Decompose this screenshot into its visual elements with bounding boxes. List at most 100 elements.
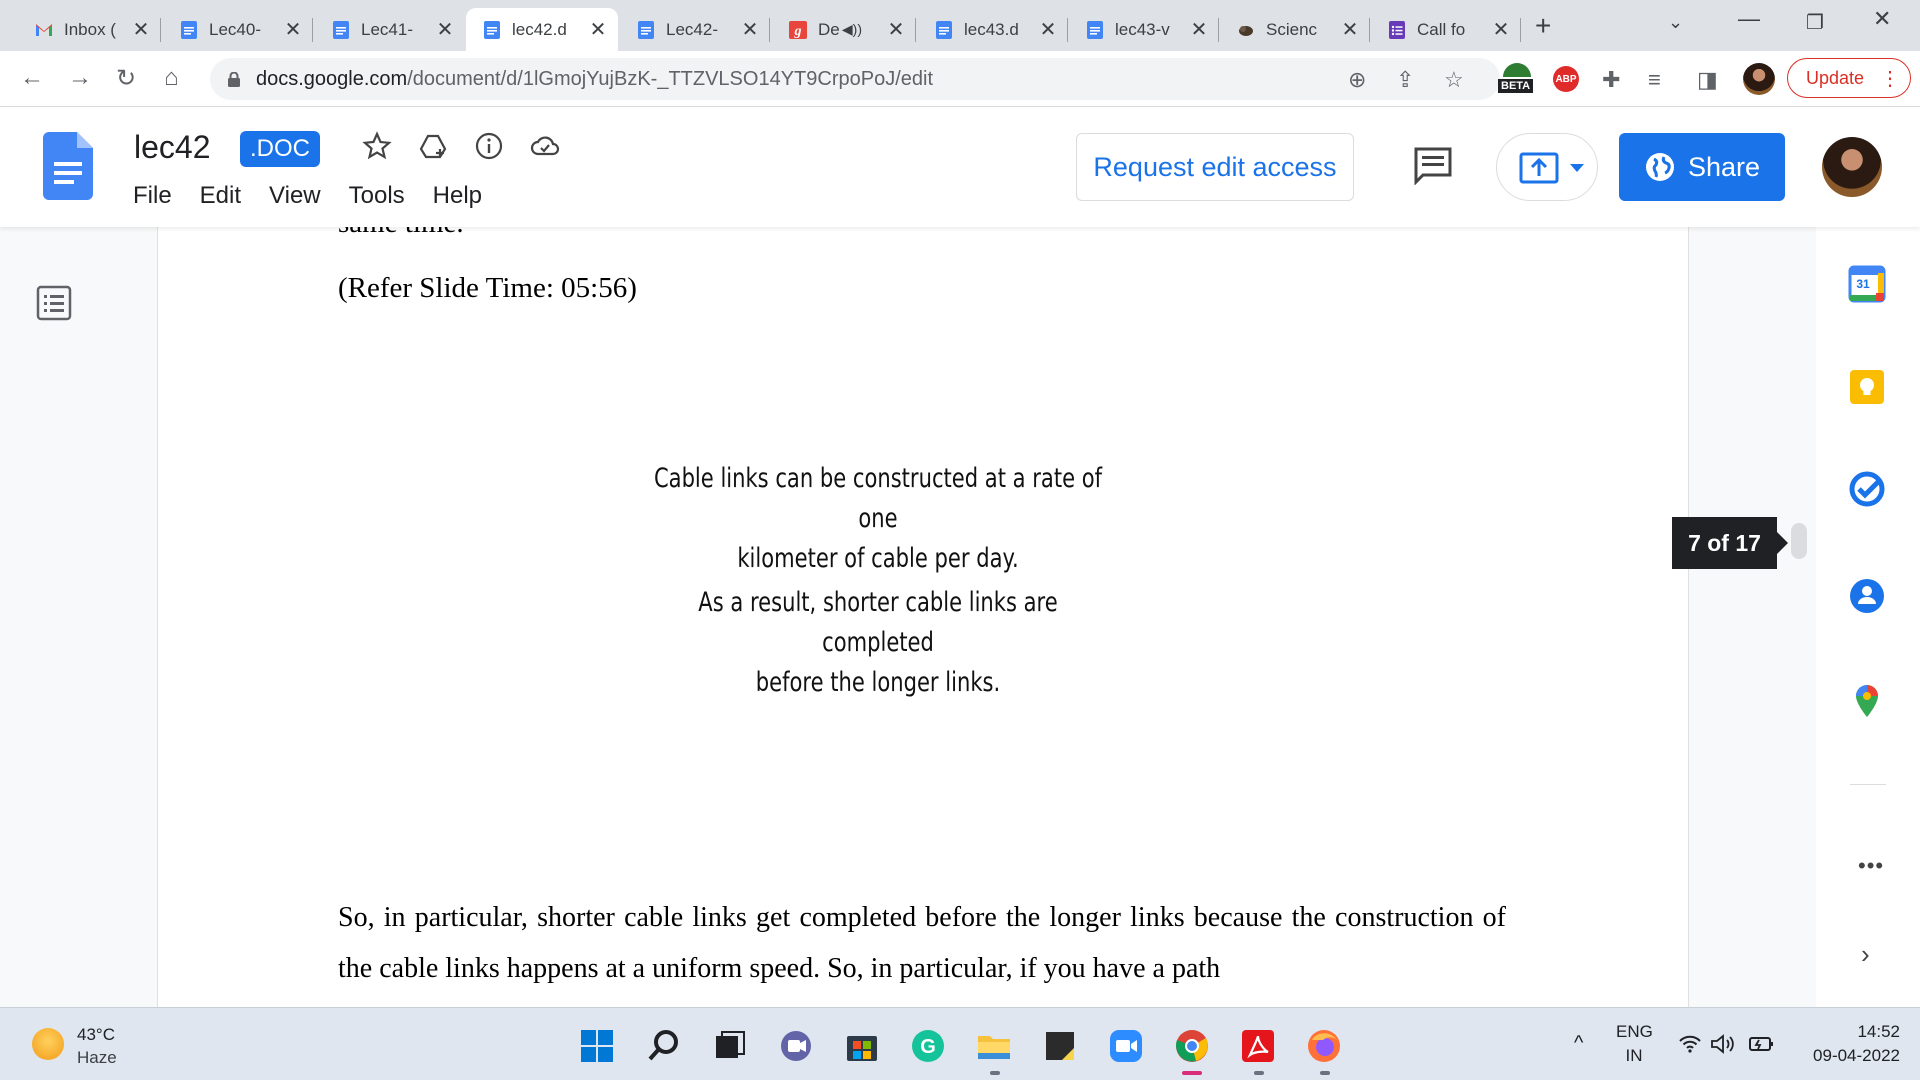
window-close-icon[interactable]: ✕ [1873, 6, 1891, 32]
scrollbar-thumb[interactable] [1791, 523, 1807, 559]
bookmark-star-icon[interactable]: ☆ [1444, 67, 1464, 93]
slide-line: Cable links can be constructed at a rate… [653, 463, 1103, 534]
move-to-drive-icon[interactable] [418, 131, 448, 161]
document-title[interactable]: lec42 [134, 129, 211, 166]
address-bar[interactable]: docs.google.com/document/d/1lGmojYujBzK-… [210, 58, 1500, 100]
browser-tab[interactable]: g De ◀)) ✕ [772, 8, 916, 51]
keep-icon[interactable] [1848, 368, 1886, 406]
battery-charging-icon[interactable] [1748, 1034, 1776, 1054]
star-icon[interactable] [362, 131, 392, 161]
share-page-icon[interactable]: ⇪ [1396, 67, 1414, 93]
close-icon[interactable]: ✕ [740, 17, 760, 42]
browser-tab[interactable]: lec43-v ✕ [1069, 8, 1219, 51]
present-button[interactable] [1496, 133, 1598, 201]
running-indicator [1320, 1071, 1330, 1075]
acrobat-icon[interactable] [1240, 1028, 1276, 1064]
language-indicator[interactable]: ENG IN [1616, 1020, 1653, 1068]
show-hidden-icons-chevron-icon[interactable]: ^ [1574, 1032, 1583, 1055]
extensions-puzzle-icon[interactable]: ✚ [1602, 67, 1620, 93]
expand-panel-chevron-icon[interactable]: › [1861, 939, 1870, 970]
weather-sun-icon[interactable] [32, 1028, 64, 1060]
browser-tab[interactable]: Lec42- ✕ [620, 8, 770, 51]
close-icon[interactable]: ✕ [1038, 17, 1058, 42]
tab-label: Inbox ( [64, 19, 116, 39]
browser-tab-active[interactable]: lec42.d ✕ [466, 8, 618, 51]
maps-icon[interactable] [1848, 682, 1886, 720]
search-icon[interactable] [646, 1028, 682, 1064]
clock-time: 14:52 [1857, 1022, 1900, 1041]
menu-file[interactable]: File [133, 182, 172, 210]
close-icon[interactable]: ✕ [435, 17, 455, 42]
update-button[interactable]: Update ⋮ [1787, 58, 1911, 98]
adblock-icon[interactable]: ABP [1553, 66, 1579, 92]
menu-edit[interactable]: Edit [200, 182, 241, 210]
weather-description[interactable]: Haze [77, 1048, 117, 1068]
menu-help[interactable]: Help [433, 182, 482, 210]
wifi-icon[interactable] [1678, 1034, 1702, 1054]
tasks-icon[interactable] [1848, 470, 1886, 508]
weather-temperature[interactable]: 43°C [77, 1025, 115, 1045]
clock[interactable]: 14:52 09-04-2022 [1790, 1020, 1900, 1068]
microsoft-store-icon[interactable] [844, 1028, 880, 1064]
file-explorer-icon[interactable] [976, 1028, 1012, 1064]
zoom-app-icon[interactable] [1108, 1028, 1144, 1064]
calendar-icon[interactable]: 31 [1848, 265, 1886, 303]
sticky-notes-icon[interactable] [1042, 1028, 1078, 1064]
minimize-icon[interactable]: — [1738, 6, 1760, 32]
contacts-icon[interactable] [1848, 577, 1886, 615]
firefox-icon[interactable] [1306, 1028, 1342, 1064]
task-view-icon[interactable] [712, 1028, 748, 1064]
browser-tab[interactable]: Inbox ( ✕ [18, 8, 161, 51]
body-paragraph: So, in particular, shorter cable links g… [338, 902, 1506, 984]
forward-arrow-icon[interactable]: → [68, 64, 92, 92]
close-icon[interactable]: ✕ [1340, 17, 1360, 42]
grammarly-icon[interactable]: G [910, 1028, 946, 1064]
tab-search-chevron-icon[interactable]: ⌄ [1668, 12, 1683, 33]
browser-tab[interactable]: Lec40- ✕ [163, 8, 313, 51]
close-icon[interactable]: ✕ [588, 17, 608, 42]
browser-tab[interactable]: Scienc ✕ [1220, 8, 1370, 51]
cloud-saved-icon[interactable] [530, 131, 560, 161]
document-page[interactable]: same time. (Refer Slide Time: 05:56) Cab… [157, 227, 1689, 1007]
volume-icon[interactable] [1710, 1034, 1736, 1054]
url-path: /document/d/1lGmojYujBzK-_TTZVLSO14YT9Cr… [407, 67, 933, 90]
share-button[interactable]: Share [1619, 133, 1785, 201]
request-edit-access-button[interactable]: Request edit access [1076, 133, 1354, 201]
account-avatar[interactable] [1822, 137, 1882, 197]
info-icon[interactable] [474, 131, 504, 161]
browser-tab[interactable]: Lec41- ✕ [315, 8, 465, 51]
home-icon[interactable]: ⌂ [164, 64, 179, 92]
browser-tab[interactable]: lec43.d ✕ [918, 8, 1068, 51]
comment-history-icon[interactable] [1413, 145, 1453, 185]
chrome-icon[interactable] [1174, 1028, 1210, 1064]
docs-logo-icon[interactable] [43, 132, 93, 200]
side-panel-icon[interactable]: ◨ [1697, 67, 1718, 93]
more-apps-icon[interactable]: ••• [1858, 853, 1884, 879]
present-dropdown-chevron-icon [1570, 164, 1584, 172]
zoom-icon[interactable]: ⊕ [1348, 67, 1366, 93]
teams-chat-icon[interactable] [778, 1028, 814, 1064]
close-icon[interactable]: ✕ [283, 17, 303, 42]
close-icon[interactable]: ✕ [131, 17, 151, 42]
beta-extension-icon[interactable]: BETA [1497, 59, 1537, 99]
docs-menu-bar: File Edit View Tools Help [133, 182, 482, 210]
reload-icon[interactable]: ↻ [116, 64, 136, 93]
back-arrow-icon[interactable]: ← [20, 64, 44, 92]
windows-start-icon[interactable] [579, 1028, 615, 1064]
new-tab-plus-icon[interactable]: + [1535, 10, 1551, 42]
restore-icon[interactable]: ❐ [1806, 10, 1824, 35]
beta-label: BETA [1498, 79, 1534, 93]
docs-icon [484, 20, 500, 39]
browser-tab[interactable]: Call fo ✕ [1371, 8, 1521, 51]
lock-icon[interactable] [228, 71, 240, 87]
close-icon[interactable]: ✕ [1189, 17, 1209, 42]
reading-list-icon[interactable]: ≡ [1648, 67, 1661, 93]
menu-tools[interactable]: Tools [349, 182, 405, 210]
tab-label: De [818, 19, 840, 39]
menu-view[interactable]: View [269, 182, 321, 210]
document-outline-icon[interactable] [36, 285, 72, 321]
close-icon[interactable]: ✕ [1491, 17, 1511, 42]
profile-avatar[interactable] [1743, 63, 1775, 95]
audio-playing-icon[interactable]: ◀)) [842, 21, 862, 38]
close-icon[interactable]: ✕ [886, 17, 906, 42]
